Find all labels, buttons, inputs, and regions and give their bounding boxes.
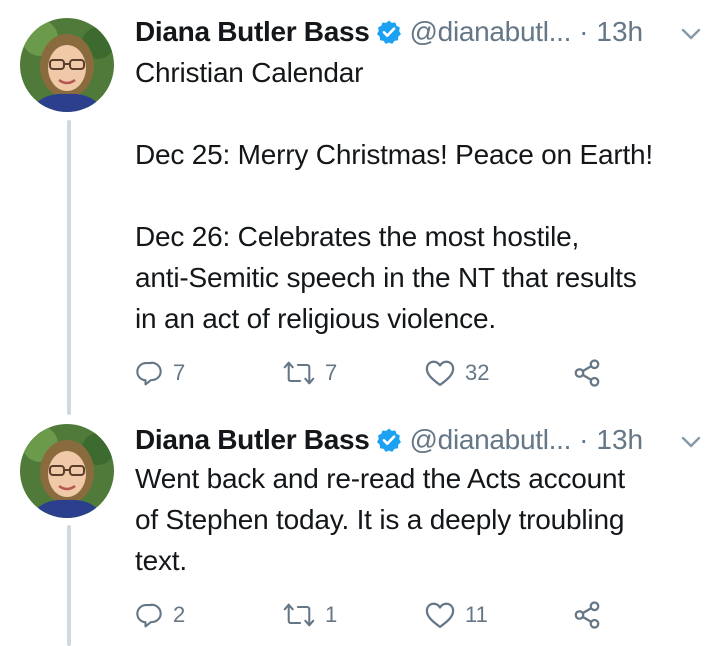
tweet-text-line: in an act of religious violence. [135, 303, 496, 334]
tweet-text-line [135, 93, 705, 134]
reply-icon [135, 359, 163, 387]
verified-badge-icon [376, 427, 402, 453]
author-handle[interactable]: @dianabutl... [410, 16, 572, 48]
chevron-down-icon[interactable] [680, 435, 702, 449]
tweet-text: Christian Calendar Dec 25: Merry Christm… [135, 52, 705, 339]
tweet-header: Diana Butler Bass @dianabutl... · 13h [135, 14, 643, 50]
tweet-text-line: text. [135, 545, 187, 576]
tweet-text-line: Dec 26: Celebrates the most hostile, [135, 221, 580, 252]
avatar[interactable] [20, 18, 114, 112]
tweet-text-line [135, 175, 705, 216]
reply-button[interactable]: 2 [135, 600, 185, 630]
reply-button[interactable]: 7 [135, 358, 185, 388]
retweet-button[interactable]: 7 [283, 358, 337, 388]
share-button[interactable] [572, 358, 602, 388]
reply-count: 2 [173, 602, 186, 627]
verified-badge-icon [376, 19, 402, 45]
reply-count: 7 [173, 360, 186, 385]
retweet-button[interactable]: 1 [283, 600, 337, 630]
tweet-text-line: Dec 25: Merry Christmas! Peace on Earth! [135, 139, 653, 170]
tweet-text: Went back and re-read the Acts account o… [135, 458, 705, 581]
retweet-count: 1 [325, 602, 338, 627]
heart-icon [425, 601, 455, 629]
author-name[interactable]: Diana Butler Bass [135, 16, 370, 48]
share-button[interactable] [572, 600, 602, 630]
tweet-timestamp[interactable]: 13h [596, 16, 643, 48]
tweet-text-line: anti-Semitic speech in the NT that resul… [135, 262, 637, 293]
chevron-down-icon[interactable] [680, 27, 702, 41]
retweet-icon [283, 359, 315, 387]
like-button[interactable]: 11 [425, 600, 488, 630]
share-icon [572, 358, 602, 388]
avatar[interactable] [20, 424, 114, 518]
reply-icon [135, 601, 163, 629]
tweet-text-line: of Stephen today. It is a deeply troubli… [135, 504, 625, 535]
like-count: 11 [465, 602, 488, 627]
author-name[interactable]: Diana Butler Bass [135, 424, 370, 456]
like-count: 32 [465, 360, 490, 385]
like-button[interactable]: 32 [425, 358, 489, 388]
separator-dot: · [579, 424, 589, 455]
tweet-text-line: Went back and re-read the Acts account [135, 463, 625, 494]
thread-line-2 [67, 525, 71, 646]
share-icon [572, 600, 602, 630]
tweet-header: Diana Butler Bass @dianabutl... · 13h [135, 422, 643, 458]
retweet-count: 7 [325, 360, 338, 385]
separator-dot: · [579, 16, 589, 47]
author-handle[interactable]: @dianabutl... [410, 424, 572, 456]
thread-line-1 [67, 120, 71, 415]
tweet-timestamp[interactable]: 13h [596, 424, 643, 456]
tweet-text-line: Christian Calendar [135, 57, 364, 88]
heart-icon [425, 359, 455, 387]
retweet-icon [283, 601, 315, 629]
